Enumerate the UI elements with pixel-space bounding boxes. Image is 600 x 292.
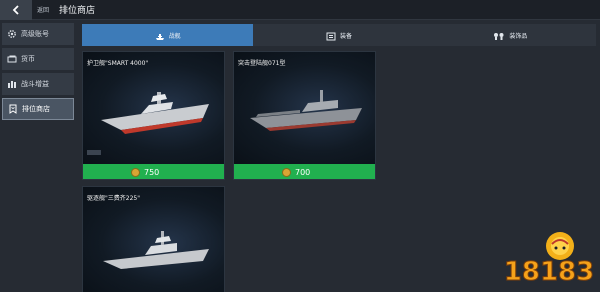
sidebar-item-label: 排位商店 <box>22 105 50 113</box>
shop-card-destroyer[interactable]: 驱逐舰"三费齐225" <box>82 186 225 292</box>
watermark-logo: 18183 <box>503 232 595 288</box>
ship-name: 护卫舰"SMART 4000" <box>87 60 149 67</box>
sidebar-item-currency[interactable]: 货币 <box>2 48 74 70</box>
destroyer-ship-image <box>103 231 209 269</box>
sidebar-item-label: 高级账号 <box>21 30 49 38</box>
tab-decorations[interactable]: 装饰品 <box>425 24 596 46</box>
tab-label: 装备 <box>339 32 352 40</box>
back-button[interactable] <box>0 0 32 20</box>
sidebar-item-label: 货币 <box>21 55 35 63</box>
price-bar[interactable]: 750 <box>83 164 224 179</box>
item-tag <box>87 150 101 155</box>
category-tabs: 战舰 装备 装饰品 <box>82 24 596 46</box>
boost-icon <box>7 79 17 89</box>
coin-icon <box>282 167 291 177</box>
cog-icon <box>7 29 17 39</box>
ship-name: 突击登陆舰071型 <box>238 60 286 67</box>
tab-equipment[interactable]: 装备 <box>253 24 424 46</box>
cash-icon <box>7 54 17 64</box>
sidebar-item-label: 战斗增益 <box>21 80 49 88</box>
top-bar: 返回 排位商店 <box>0 0 600 20</box>
landing-ship-image <box>250 90 362 131</box>
sidebar-item-battle-boost[interactable]: 战斗增益 <box>2 73 74 95</box>
warship-icon <box>155 26 165 45</box>
back-label[interactable]: 返回 <box>37 5 49 14</box>
price-value: 750 <box>144 167 160 177</box>
chevron-left-icon <box>12 5 19 15</box>
price-bar[interactable]: 700 <box>234 164 375 179</box>
equipment-icon <box>326 26 336 45</box>
price-value: 700 <box>295 167 311 177</box>
tab-label: 战舰 <box>168 32 181 40</box>
tab-label: 装饰品 <box>509 32 528 40</box>
sidebar-item-rank-shop[interactable]: 排位商店 <box>2 98 74 120</box>
shop-card-landing-ship[interactable]: 突击登陆舰071型 700 <box>233 51 376 180</box>
tab-warships[interactable]: 战舰 <box>82 24 254 46</box>
shop-card-frigate[interactable]: 护卫舰"SMART 4000" 750 <box>82 51 225 180</box>
ship-name: 驱逐舰"三费齐225" <box>87 195 140 202</box>
decoration-icon <box>493 26 505 45</box>
watermark-text: 18183 <box>504 257 594 287</box>
page-title: 排位商店 <box>59 6 96 16</box>
sidebar-item-premium-account[interactable]: 高级账号 <box>2 23 74 45</box>
coin-icon <box>131 167 140 177</box>
rank-shop-icon <box>8 104 18 114</box>
frigate-ship-image <box>101 92 209 134</box>
